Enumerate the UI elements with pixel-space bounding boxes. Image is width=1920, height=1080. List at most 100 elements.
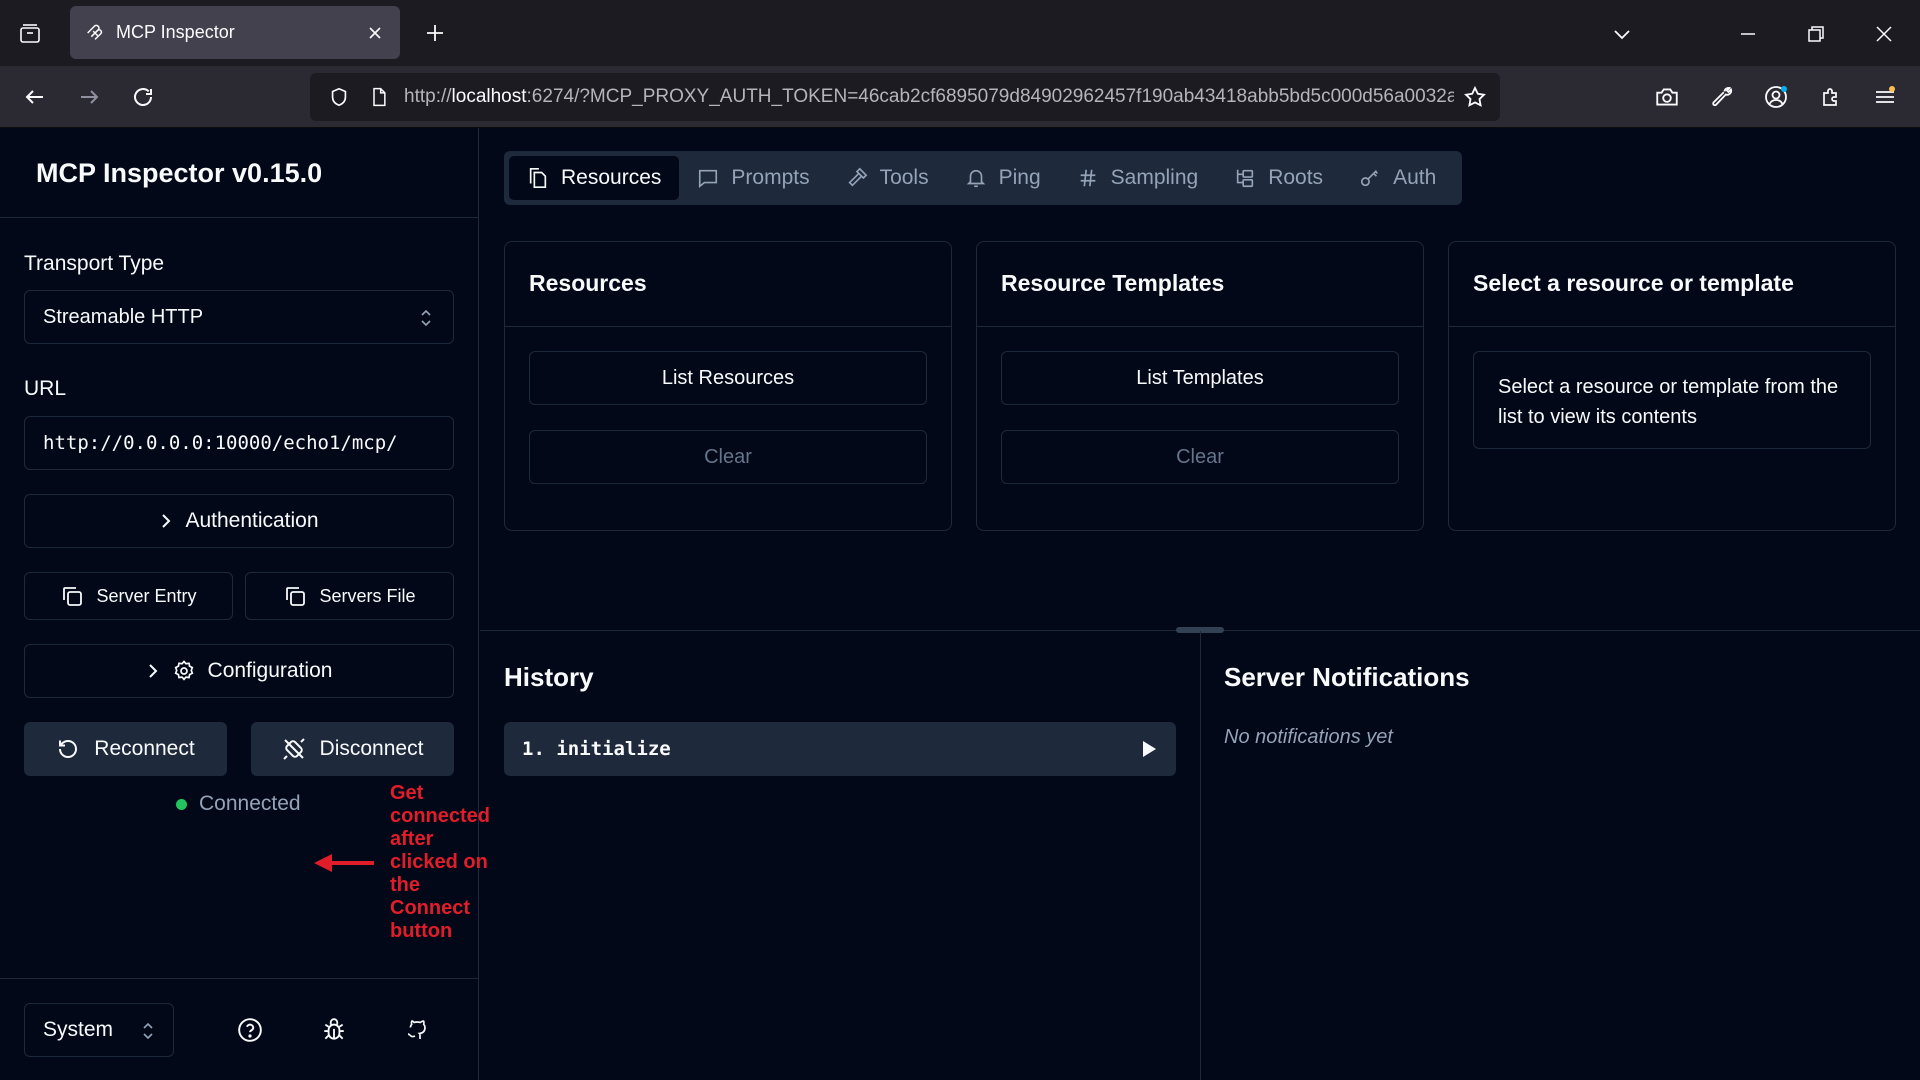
extensions-icon[interactable] (1812, 78, 1850, 116)
sidebar-footer: System (0, 978, 478, 1080)
tab-label: Ping (998, 166, 1041, 189)
resources-card-title: Resources (505, 242, 951, 327)
url-label: URL (24, 377, 67, 400)
play-icon[interactable] (1140, 739, 1158, 759)
list-all-tabs-icon[interactable] (1604, 16, 1640, 52)
list-templates-button[interactable]: List Templates (1001, 351, 1399, 405)
authentication-label: Authentication (185, 509, 319, 532)
hammer-icon (846, 167, 868, 189)
forward-icon[interactable] (70, 78, 108, 116)
close-window-icon[interactable] (1866, 16, 1902, 52)
list-resources-button[interactable]: List Resources (529, 351, 927, 405)
minimize-icon[interactable] (1730, 16, 1766, 52)
bug-icon[interactable] (319, 1015, 349, 1045)
history-notifications-divider (1200, 631, 1201, 1080)
connection-status: Connected (176, 792, 301, 816)
clear-templates-button[interactable]: Clear (1001, 430, 1399, 484)
resources-card: Resources List Resources Clear (504, 241, 952, 531)
app-title: MCP Inspector v0.15.0 (36, 158, 323, 188)
tab-label: Sampling (1110, 166, 1199, 189)
status-text: Connected (199, 792, 301, 815)
theme-value: System (43, 1018, 114, 1041)
reload-icon[interactable] (124, 78, 162, 116)
status-dot (176, 798, 187, 810)
bookmark-star-icon[interactable] (1460, 82, 1490, 112)
menu-icon[interactable] (1866, 78, 1904, 116)
transport-type-value: Streamable HTTP (43, 305, 204, 328)
server-entry-label: Server Entry (96, 585, 197, 606)
rotate-ccw-icon (56, 737, 80, 761)
folder-tree-icon (1234, 167, 1256, 189)
tab-roots[interactable]: Roots (1216, 156, 1341, 200)
help-circle-icon[interactable] (235, 1015, 265, 1045)
configuration-label: Configuration (207, 659, 333, 682)
servers-file-label: Servers File (319, 585, 416, 606)
restore-icon[interactable] (1798, 16, 1834, 52)
wrench-icon[interactable] (1703, 78, 1741, 116)
tab-label: Prompts (731, 166, 810, 189)
bell-icon (965, 167, 987, 189)
tab-tools[interactable]: Tools (828, 156, 947, 200)
reconnect-button[interactable]: Reconnect (24, 722, 227, 776)
hash-icon (1077, 167, 1099, 189)
disconnect-button[interactable]: Disconnect (251, 722, 454, 776)
files-icon (527, 167, 549, 189)
tab-label: Auth (1393, 166, 1437, 189)
url-text: http://localhost:6274/?MCP_PROXY_AUTH_TO… (404, 86, 1454, 107)
servers-file-button[interactable]: Servers File (245, 572, 454, 620)
tab-sampling[interactable]: Sampling (1059, 156, 1217, 200)
new-tab-icon[interactable] (420, 18, 450, 48)
shield-icon[interactable] (324, 82, 354, 112)
copy-icon (60, 584, 84, 608)
tab-label: Resources (561, 166, 662, 189)
resource-templates-card: Resource Templates List Templates Clear (976, 241, 1424, 531)
tab-prompts[interactable]: Prompts (679, 156, 827, 200)
theme-select[interactable]: System (24, 1003, 174, 1057)
clear-resources-button[interactable]: Clear (529, 430, 927, 484)
unplug-icon (282, 737, 306, 761)
tab-ping[interactable]: Ping (947, 156, 1059, 200)
server-entry-button[interactable]: Server Entry (24, 572, 233, 620)
address-bar[interactable]: http://localhost:6274/?MCP_PROXY_AUTH_TO… (310, 73, 1500, 121)
chevrons-up-down-icon (139, 1021, 157, 1041)
chevron-right-icon (159, 513, 173, 529)
tab-label: Tools (879, 166, 929, 189)
tab-list-icon[interactable] (12, 16, 48, 52)
browser-tab[interactable]: MCP Inspector (70, 6, 400, 59)
history-item[interactable]: 1. initialize (504, 722, 1176, 776)
tab-label: Roots (1268, 166, 1324, 189)
transport-type-select[interactable]: Streamable HTTP (24, 290, 454, 344)
close-tab-icon[interactable] (364, 22, 386, 44)
resource-templates-card-title: Resource Templates (977, 242, 1423, 327)
configuration-toggle[interactable]: Configuration (24, 644, 454, 698)
main-tabs: Resources Prompts Tools Ping Sampling Ro… (504, 151, 1462, 205)
message-square-icon (697, 167, 719, 189)
sidebar: MCP Inspector v0.15.0 Transport Type Str… (0, 128, 490, 1080)
copy-icon (283, 584, 307, 608)
app-root: MCP Inspector v0.15.0 Transport Type Str… (0, 128, 1920, 1080)
history-item-label: 1. initialize (522, 738, 671, 760)
annotation-text: Get connected after clicked on the Conne… (390, 782, 491, 942)
resource-detail-card: Select a resource or template Select a r… (1448, 241, 1896, 531)
browser-tab-bar: MCP Inspector (0, 0, 1920, 66)
tab-resources[interactable]: Resources (509, 156, 680, 200)
github-icon[interactable] (403, 1015, 433, 1045)
url-input[interactable]: http://0.0.0.0:10000/echo1/mcp/ (24, 416, 454, 470)
chevrons-up-down-icon (417, 308, 435, 328)
resource-detail-card-title: Select a resource or template (1449, 242, 1895, 327)
account-icon[interactable] (1757, 78, 1795, 116)
disconnect-label: Disconnect (319, 737, 424, 760)
mcp-favicon-icon (84, 22, 106, 44)
browser-nav-bar: http://localhost:6274/?MCP_PROXY_AUTH_TO… (0, 66, 1920, 128)
browser-tab-title: MCP Inspector (116, 22, 235, 42)
screenshot-icon[interactable] (1648, 78, 1686, 116)
no-notifications-text: No notifications yet (1224, 726, 1393, 748)
history-title: History (504, 662, 594, 692)
arrow-left-icon (312, 851, 376, 875)
chevron-right-icon (146, 663, 160, 679)
settings-gear-icon (172, 659, 196, 683)
tab-auth[interactable]: Auth (1341, 156, 1454, 200)
page-info-icon[interactable] (364, 82, 394, 112)
back-icon[interactable] (16, 78, 54, 116)
authentication-toggle[interactable]: Authentication (24, 494, 454, 548)
